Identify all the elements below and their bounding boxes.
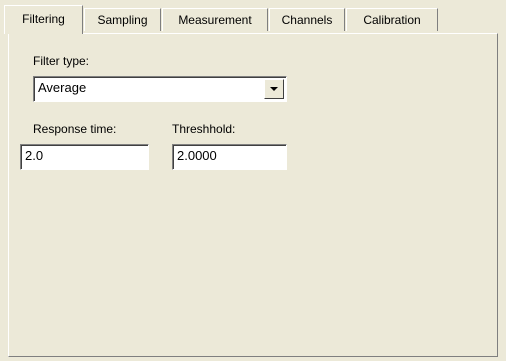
tab-measurement[interactable]: Measurement [162, 8, 268, 31]
tab-label: Calibration [363, 13, 421, 27]
tab-calibration[interactable]: Calibration [346, 8, 438, 31]
threshold-field[interactable]: 2.0000 [172, 144, 287, 170]
tab-label: Sampling [97, 13, 148, 27]
tab-sampling[interactable]: Sampling [84, 8, 161, 31]
tab-channels[interactable]: Channels [269, 8, 345, 31]
tab-filtering[interactable]: Filtering [4, 5, 83, 34]
response-time-field[interactable]: 2.0 [20, 144, 149, 170]
filter-type-dropdown[interactable]: Average [33, 76, 287, 102]
tab-label: Measurement [178, 13, 252, 27]
chevron-down-icon[interactable] [264, 79, 284, 99]
response-time-value: 2.0 [25, 148, 44, 163]
filtering-tab-page: Filter type: Average Response time: Thre… [8, 33, 498, 357]
filter-type-label: Filter type: [33, 54, 90, 68]
tab-label: Filtering [22, 12, 65, 26]
threshold-value: 2.0000 [177, 148, 217, 163]
filter-type-value: Average [38, 80, 87, 95]
tab-strip: Filtering Sampling Measurement Channels … [0, 0, 506, 36]
response-time-label: Response time: [33, 122, 117, 136]
threshold-label: Threshhold: [172, 122, 236, 136]
tab-label: Channels [281, 13, 333, 27]
